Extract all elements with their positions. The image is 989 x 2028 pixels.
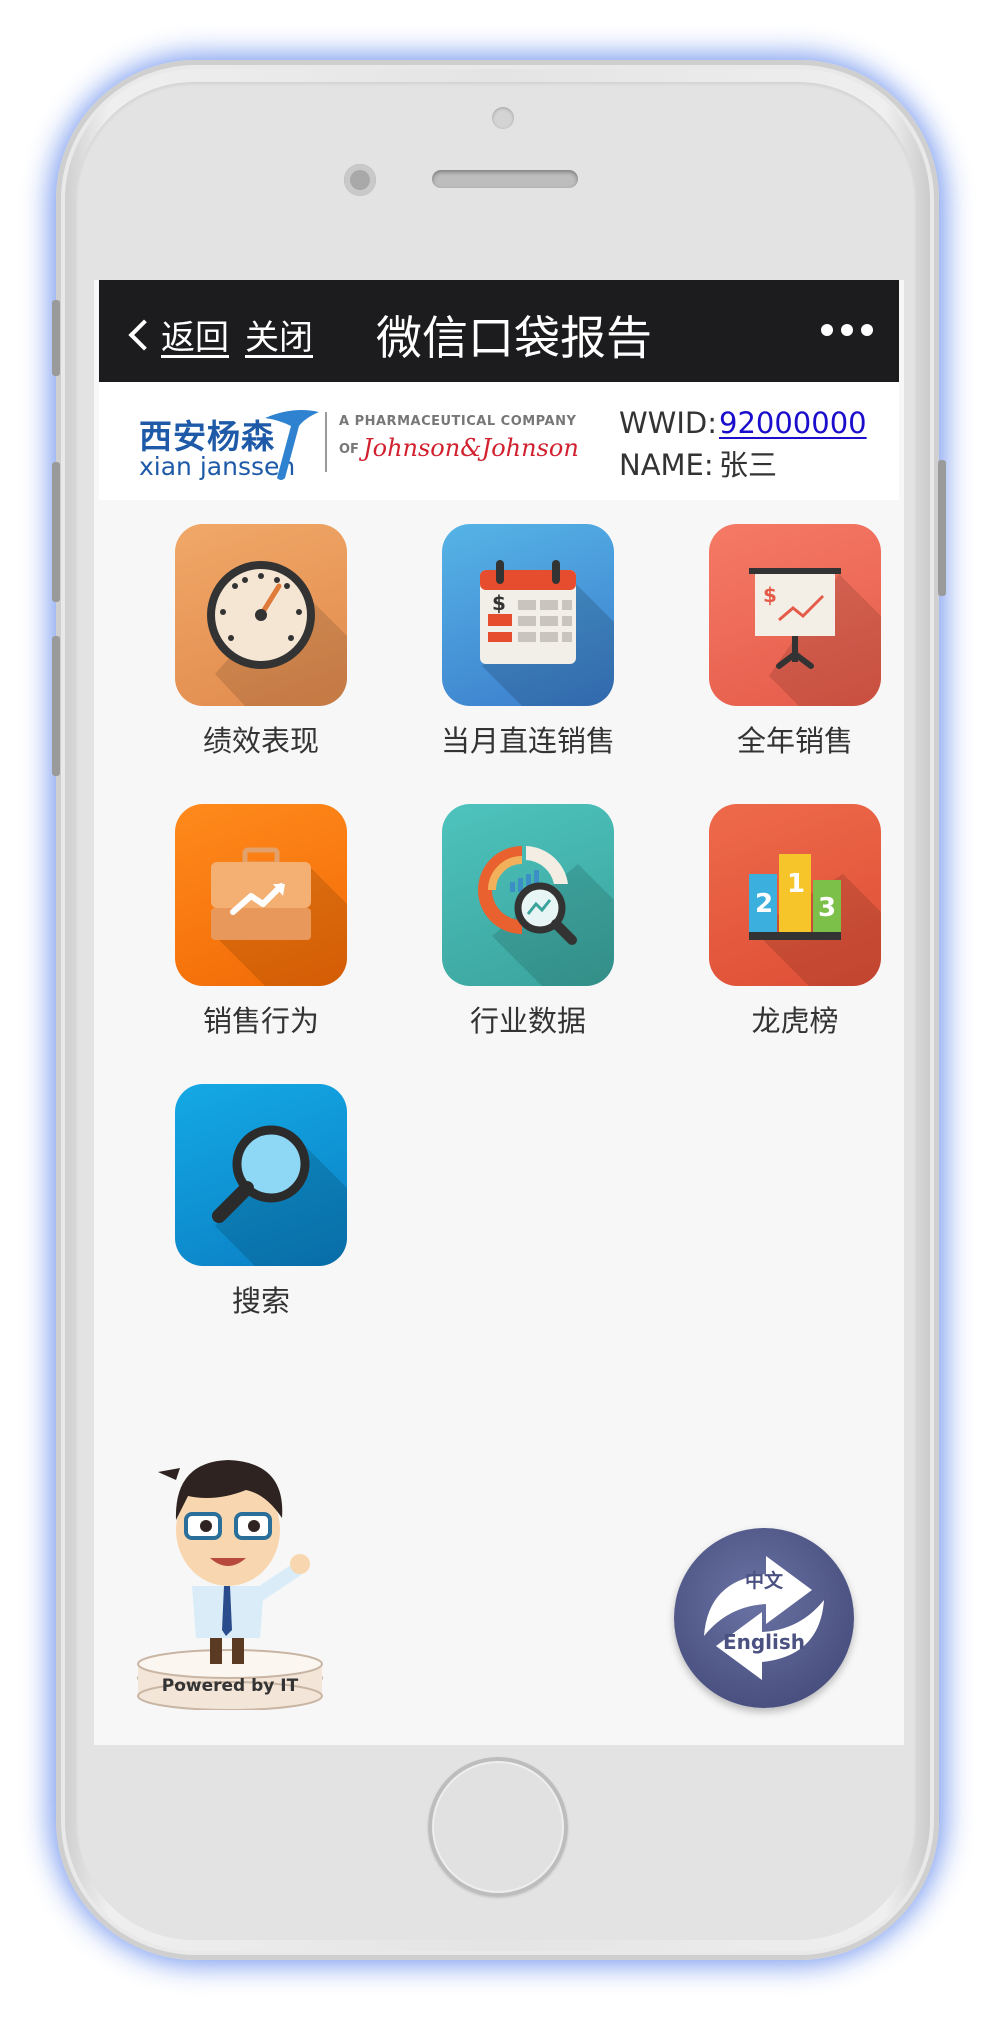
search-icon bbox=[175, 1084, 347, 1266]
name-label: NAME: bbox=[619, 448, 714, 482]
logo-parent-company: Johnson&Johnson bbox=[363, 434, 579, 462]
tile-label: 龙虎榜 bbox=[751, 1004, 839, 1038]
tile-search[interactable]: 搜索 bbox=[141, 1084, 381, 1320]
dot-icon bbox=[841, 324, 853, 336]
lang-chinese-label: 中文 bbox=[744, 1570, 783, 1592]
lang-english-label: English bbox=[722, 1630, 806, 1654]
tile-performance[interactable]: 绩效表现 bbox=[141, 524, 381, 760]
home-button[interactable] bbox=[428, 1757, 568, 1897]
svg-text:$: $ bbox=[492, 591, 506, 615]
janssen-swoosh-icon bbox=[265, 410, 319, 480]
power-button bbox=[938, 460, 946, 596]
svg-text:3: 3 bbox=[818, 893, 836, 923]
tile-sales-behavior[interactable]: 销售行为 bbox=[141, 804, 381, 1040]
front-camera bbox=[344, 164, 376, 196]
logo-tagline: A PHARMACEUTICAL COMPANY bbox=[339, 414, 577, 429]
user-info: WWID: 92000000 NAME: 张三 bbox=[619, 402, 867, 486]
language-switch-button[interactable]: 中文 English bbox=[674, 1528, 854, 1708]
tile-label: 搜索 bbox=[231, 1284, 290, 1318]
presentation-chart-icon: $ bbox=[709, 524, 881, 706]
wechat-navbar: 返回 关闭 微信口袋报告 bbox=[99, 280, 899, 382]
speedometer-icon bbox=[175, 524, 347, 706]
wwid-label: WWID: bbox=[619, 406, 718, 440]
it-mascot: Powered by IT bbox=[136, 1410, 336, 1711]
svg-text:$: $ bbox=[763, 583, 777, 607]
wwid-link[interactable]: 92000000 bbox=[719, 402, 867, 444]
tile-label: 行业数据 bbox=[469, 1004, 586, 1038]
logo-divider bbox=[325, 412, 327, 472]
tile-industry-data[interactable]: 行业数据 bbox=[408, 804, 648, 1040]
more-menu-button[interactable] bbox=[821, 324, 873, 336]
tile-label: 销售行为 bbox=[202, 1004, 319, 1038]
dot-icon bbox=[821, 324, 833, 336]
tile-label: 当月直连销售 bbox=[440, 724, 615, 758]
app-screen: 返回 关闭 微信口袋报告 西安杨森 xian janssen A PHARMAC… bbox=[94, 280, 904, 1745]
mute-switch bbox=[52, 300, 60, 376]
powered-by-label: Powered by IT bbox=[161, 1676, 299, 1696]
tile-label: 绩效表现 bbox=[202, 724, 319, 758]
user-header: 西安杨森 xian janssen A PHARMACEUTICAL COMPA… bbox=[99, 382, 899, 500]
proximity-sensor bbox=[492, 107, 514, 129]
earpiece-speaker bbox=[432, 170, 578, 188]
tile-label: 全年销售 bbox=[736, 724, 853, 758]
calendar-icon: $ bbox=[442, 524, 614, 706]
dot-icon bbox=[861, 324, 873, 336]
svg-text:1: 1 bbox=[787, 869, 805, 899]
name-value: 张三 bbox=[719, 448, 778, 482]
podium-icon: 2 1 3 bbox=[709, 804, 881, 986]
volume-up-button bbox=[52, 462, 60, 602]
tile-monthly-sales[interactable]: $ 当月直连销售 bbox=[408, 524, 648, 760]
swap-arrows-icon bbox=[704, 1556, 824, 1680]
logo-of: OF bbox=[339, 442, 359, 457]
volume-down-button bbox=[52, 636, 60, 776]
logo-chinese: 西安杨森 bbox=[139, 417, 275, 456]
page-title: 微信口袋报告 bbox=[376, 311, 652, 365]
svg-text:2: 2 bbox=[755, 889, 773, 919]
chart-magnifier-icon bbox=[442, 804, 614, 986]
tile-leaderboard[interactable]: 2 1 3 龙虎榜 bbox=[675, 804, 904, 1040]
briefcase-icon bbox=[175, 804, 347, 986]
tile-annual-sales[interactable]: $ 全年销售 bbox=[675, 524, 904, 760]
